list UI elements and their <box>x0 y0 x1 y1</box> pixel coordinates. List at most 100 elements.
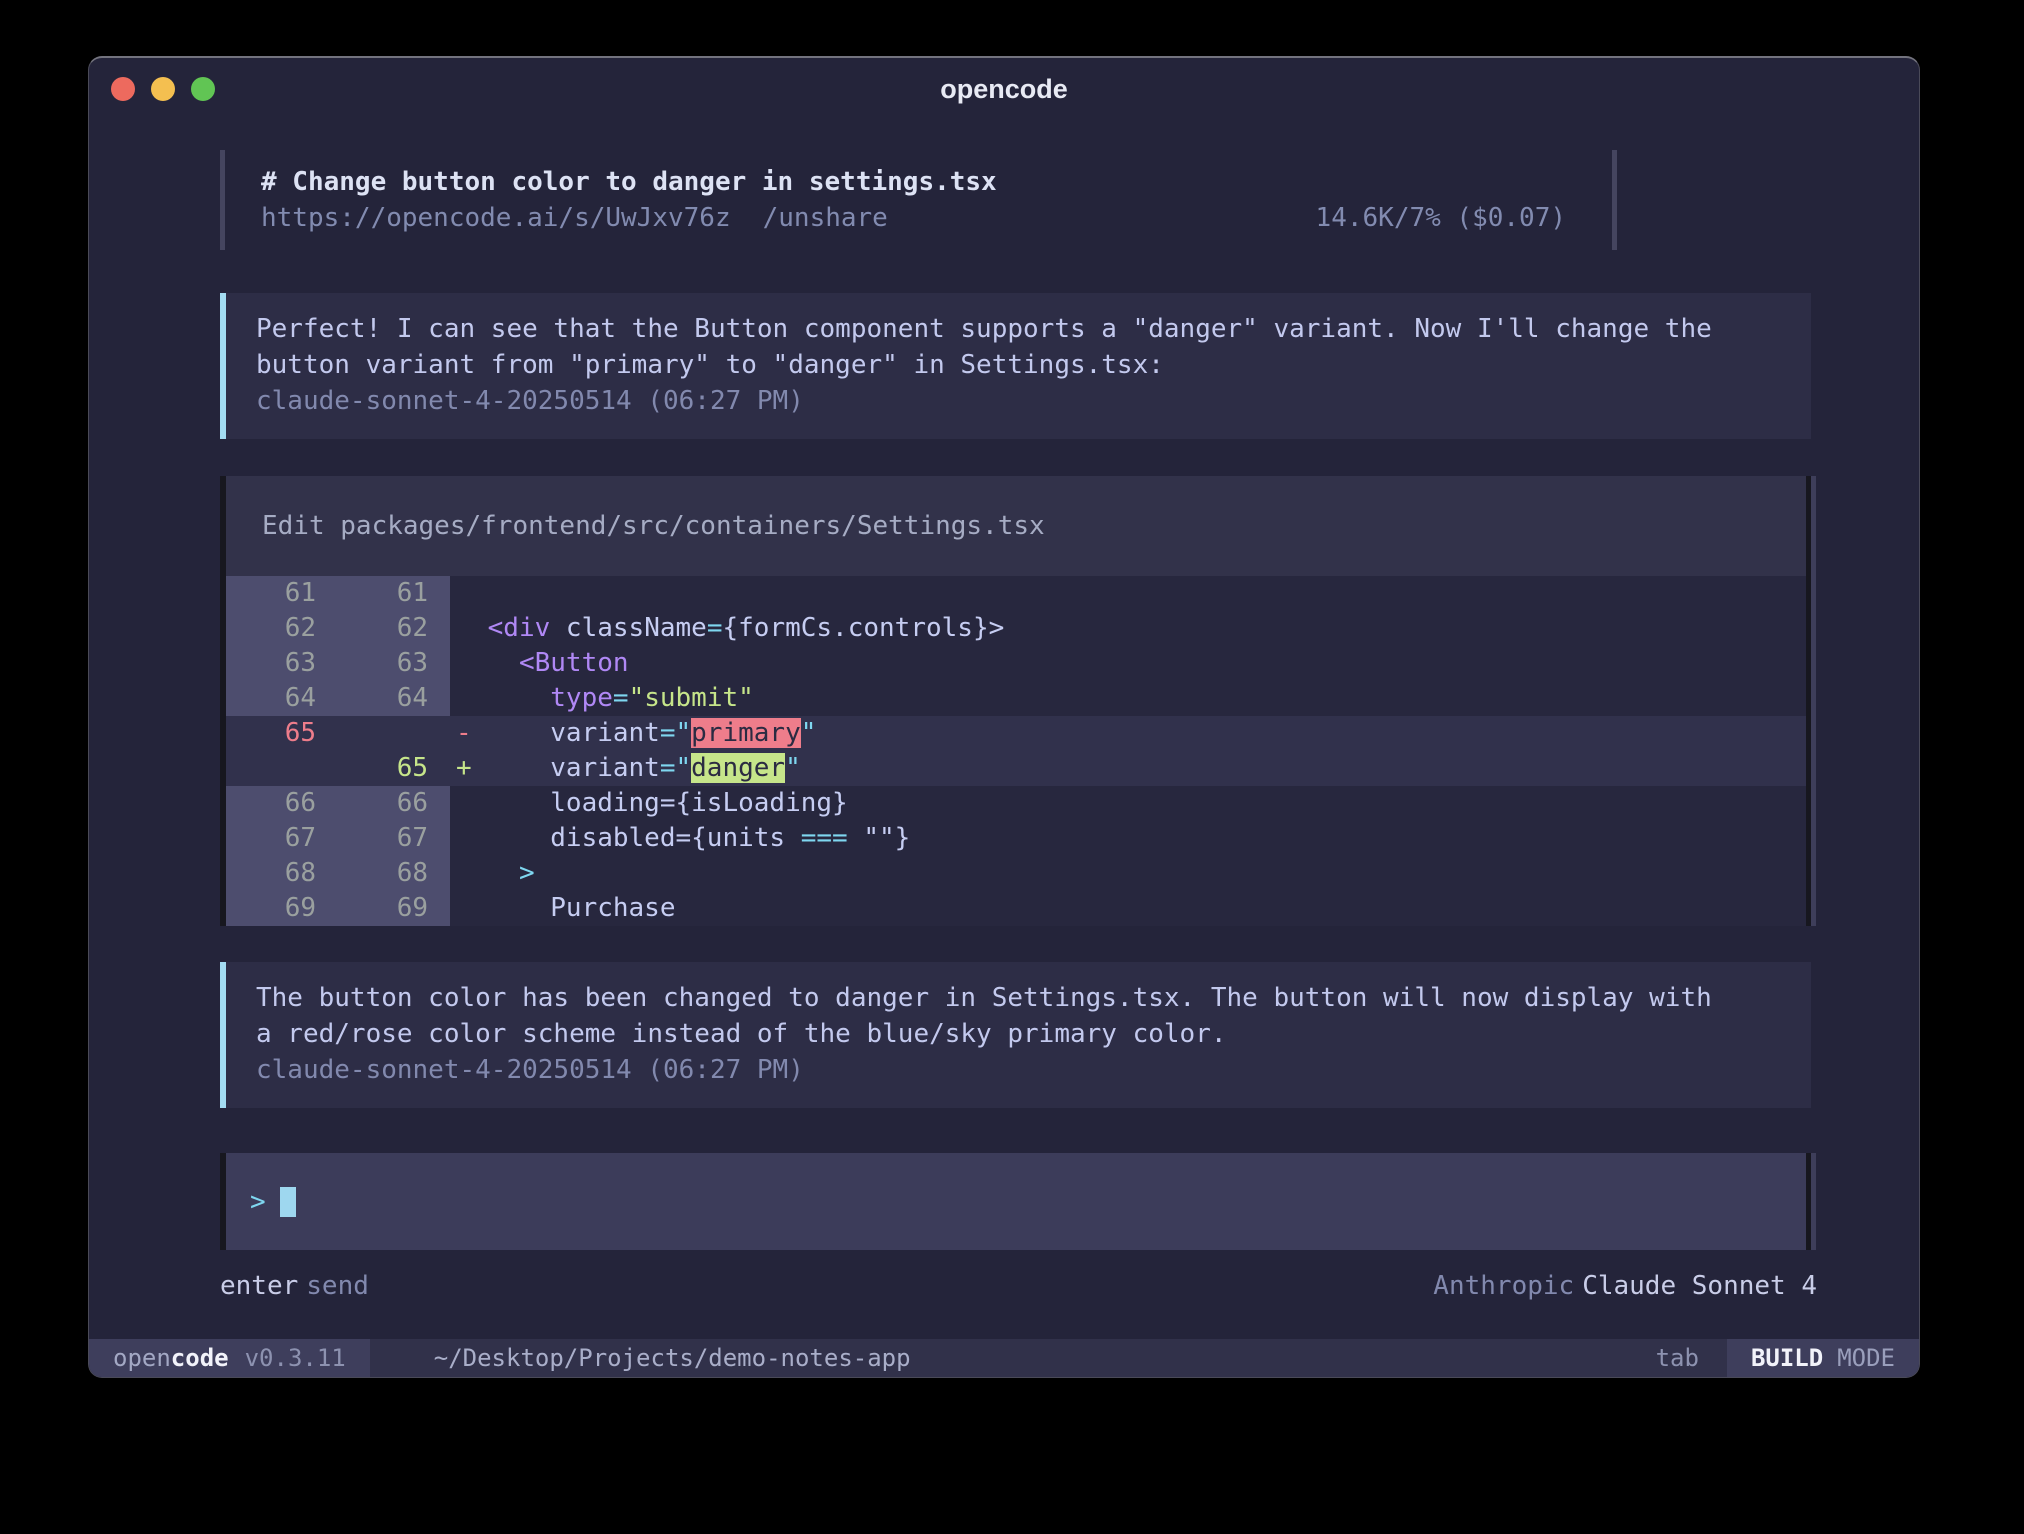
code-token: =" <box>660 753 691 783</box>
assistant-message: The button color has been changed to dan… <box>220 962 1811 1108</box>
code-token <box>472 683 550 713</box>
code-token: > <box>519 858 535 888</box>
new-line-number: 66 <box>338 786 450 821</box>
diff-code-line: type="submit" <box>472 681 754 716</box>
new-line-number <box>338 716 450 751</box>
diff-row: 65+ variant="danger" <box>226 751 1806 786</box>
old-line-number: 66 <box>226 786 338 821</box>
edit-tool-title: Edit packages/frontend/src/containers/Se… <box>226 476 1806 576</box>
minimize-button[interactable] <box>151 77 175 101</box>
message-text-line: button variant from "primary" to "danger… <box>256 347 1781 383</box>
diff-row: 6363 <Button <box>226 646 1806 681</box>
code-token: " <box>785 753 801 783</box>
new-line-number: 65 <box>338 751 450 786</box>
diff-row: 6868 > <box>226 856 1806 891</box>
share-url-link[interactable]: https://opencode.ai/s/UwJxv76z <box>261 203 731 233</box>
assistant-message: Perfect! I can see that the Button compo… <box>220 293 1811 439</box>
diff-row: 65 - variant="primary" <box>226 716 1806 751</box>
diff-code-line: > <box>472 856 535 891</box>
send-hint: entersend <box>220 1268 369 1304</box>
app-version: v0.3.11 <box>245 1344 346 1372</box>
diff-marker <box>456 576 472 611</box>
new-line-number: 62 <box>338 611 450 646</box>
app-name-bold: code <box>171 1344 229 1372</box>
enter-key-hint: enter <box>220 1271 298 1301</box>
code-token: " <box>801 718 817 748</box>
unshare-command[interactable]: /unshare <box>763 203 888 233</box>
diff-code-line: variant="danger" <box>472 751 801 786</box>
mode-indicator: BUILD MODE <box>1727 1339 1919 1377</box>
diff-code-line: <div className={formCs.controls}> <box>472 611 1004 646</box>
code-token <box>472 648 519 678</box>
old-line-number: 65 <box>226 716 338 751</box>
hint-bar: entersend Anthropic Claude Sonnet 4 <box>220 1268 1817 1304</box>
new-line-number: 69 <box>338 891 450 926</box>
diff-code-line: Purchase <box>472 891 676 926</box>
diff-marker: + <box>456 751 472 786</box>
old-line-number: 68 <box>226 856 338 891</box>
diff-row: 6969 Purchase <box>226 891 1806 926</box>
code-token: loading={isLoading} <box>472 788 848 818</box>
diff-row: 6262 <div className={formCs.controls}> <box>226 611 1806 646</box>
message-model-timestamp: claude-sonnet-4-20250514 (06:27 PM) <box>256 1052 1781 1088</box>
session-header: # Change button color to danger in setti… <box>220 150 1617 250</box>
message-text-line: Perfect! I can see that the Button compo… <box>256 311 1781 347</box>
code-token <box>472 858 519 888</box>
diff-row: 6767 disabled={units === ""} <box>226 821 1806 856</box>
mode-name: BUILD <box>1751 1344 1823 1372</box>
diff-code-line: variant="primary" <box>472 716 816 751</box>
code-token: disabled={units <box>472 823 801 853</box>
window-title: opencode <box>89 74 1919 105</box>
model-indicator: Anthropic Claude Sonnet 4 <box>1433 1268 1817 1304</box>
diff-marker: - <box>456 716 472 751</box>
new-line-number: 67 <box>338 821 450 856</box>
opencode-window: opencode # Change button color to danger… <box>88 56 1920 1378</box>
prompt-input[interactable]: > <box>220 1153 1811 1250</box>
code-token: variant <box>472 718 660 748</box>
old-line-number: 67 <box>226 821 338 856</box>
code-token <box>472 613 488 643</box>
old-line-number: 64 <box>226 681 338 716</box>
old-line-number <box>226 751 338 786</box>
new-line-number: 61 <box>338 576 450 611</box>
new-line-number: 63 <box>338 646 450 681</box>
code-token: variant <box>472 753 660 783</box>
diff-code-line: disabled={units === ""} <box>472 821 910 856</box>
diff-code-line: <Button <box>472 646 629 681</box>
model-label: Claude Sonnet 4 <box>1582 1271 1817 1301</box>
mode-suffix: MODE <box>1837 1344 1895 1372</box>
diff-row: 6464 type="submit" <box>226 681 1806 716</box>
diff-marker <box>456 786 472 821</box>
old-line-number: 69 <box>226 891 338 926</box>
tab-key-hint[interactable]: tab <box>1656 1344 1699 1372</box>
close-button[interactable] <box>111 77 135 101</box>
session-title: # Change button color to danger in setti… <box>261 164 1612 200</box>
old-line-number: 62 <box>226 611 338 646</box>
app-name-light: open <box>113 1344 171 1372</box>
old-line-number: 61 <box>226 576 338 611</box>
code-token: "submit" <box>629 683 754 713</box>
code-token: <div <box>488 613 551 643</box>
diff-marker <box>456 681 472 716</box>
token-cost-stats: 14.6K/7% ($0.07) <box>1316 200 1566 236</box>
code-token: Purchase <box>472 893 676 923</box>
app-version-chip: opencode v0.3.11 <box>89 1339 370 1377</box>
diff-marker <box>456 891 472 926</box>
session-content: # Change button color to danger in setti… <box>89 120 1919 1339</box>
code-token: =" <box>660 718 691 748</box>
diff-marker <box>456 821 472 856</box>
titlebar: opencode <box>89 58 1919 120</box>
message-model-timestamp: claude-sonnet-4-20250514 (06:27 PM) <box>256 383 1781 419</box>
traffic-lights <box>111 77 215 101</box>
code-token: = <box>613 683 629 713</box>
code-token: type <box>550 683 613 713</box>
maximize-button[interactable] <box>191 77 215 101</box>
status-bar: opencode v0.3.11 ~/Desktop/Projects/demo-… <box>89 1339 1919 1377</box>
diff-marker <box>456 856 472 891</box>
provider-label: Anthropic <box>1433 1271 1574 1301</box>
code-token: className <box>550 613 707 643</box>
code-token: = <box>707 613 723 643</box>
code-token: {formCs.controls}> <box>722 613 1004 643</box>
code-token: <Button <box>519 648 629 678</box>
working-directory: ~/Desktop/Projects/demo-notes-app <box>434 1344 911 1372</box>
